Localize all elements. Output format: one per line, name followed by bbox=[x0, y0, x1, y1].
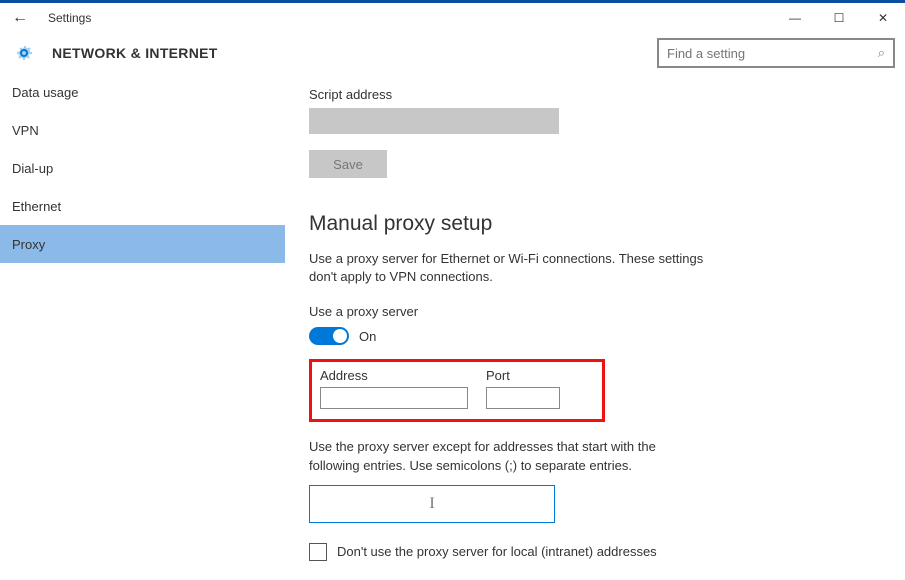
address-port-highlight: Address Port bbox=[309, 359, 605, 422]
proxy-toggle[interactable] bbox=[309, 327, 349, 345]
sidebar-item-data-usage[interactable]: Data usage bbox=[0, 73, 285, 111]
sidebar-item-label: VPN bbox=[12, 123, 39, 138]
script-address-label: Script address bbox=[309, 87, 885, 102]
minimize-button[interactable]: — bbox=[773, 3, 817, 33]
port-input[interactable] bbox=[486, 387, 560, 409]
local-addresses-label: Don't use the proxy server for local (in… bbox=[337, 544, 657, 559]
proxy-toggle-state: On bbox=[359, 329, 376, 344]
sidebar-item-ethernet[interactable]: Ethernet bbox=[0, 187, 285, 225]
sidebar-item-label: Data usage bbox=[12, 85, 79, 100]
sidebar-item-label: Dial-up bbox=[12, 161, 53, 176]
sidebar-item-dial-up[interactable]: Dial-up bbox=[0, 149, 285, 187]
sidebar-item-proxy[interactable]: Proxy bbox=[0, 225, 285, 263]
exceptions-description: Use the proxy server except for addresse… bbox=[309, 438, 669, 474]
search-input[interactable] bbox=[667, 46, 878, 61]
sidebar: Data usage VPN Dial-up Ethernet Proxy bbox=[0, 73, 285, 580]
search-field[interactable]: ⌕ bbox=[657, 38, 895, 68]
gear-icon bbox=[14, 43, 34, 63]
content-pane: Script address Save Manual proxy setup U… bbox=[285, 73, 905, 580]
back-button[interactable]: ← bbox=[8, 9, 32, 27]
address-label: Address bbox=[320, 368, 468, 383]
toggle-knob bbox=[333, 329, 347, 343]
local-addresses-checkbox[interactable] bbox=[309, 543, 327, 561]
exceptions-input[interactable]: I bbox=[309, 485, 555, 523]
port-label: Port bbox=[486, 368, 560, 383]
close-button[interactable]: ✕ bbox=[861, 3, 905, 33]
manual-proxy-heading: Manual proxy setup bbox=[309, 212, 885, 236]
address-input[interactable] bbox=[320, 387, 468, 409]
search-icon: ⌕ bbox=[878, 45, 885, 61]
window-title: Settings bbox=[48, 11, 91, 25]
sidebar-item-vpn[interactable]: VPN bbox=[0, 111, 285, 149]
sidebar-item-label: Proxy bbox=[12, 237, 45, 252]
header-section-title: NETWORK & INTERNET bbox=[52, 45, 218, 61]
script-address-input bbox=[309, 108, 559, 134]
manual-proxy-description: Use a proxy server for Ethernet or Wi-Fi… bbox=[309, 250, 709, 286]
script-save-button: Save bbox=[309, 150, 387, 178]
sidebar-item-label: Ethernet bbox=[12, 199, 61, 214]
proxy-toggle-label: Use a proxy server bbox=[309, 304, 885, 319]
maximize-button[interactable]: ☐ bbox=[817, 3, 861, 33]
